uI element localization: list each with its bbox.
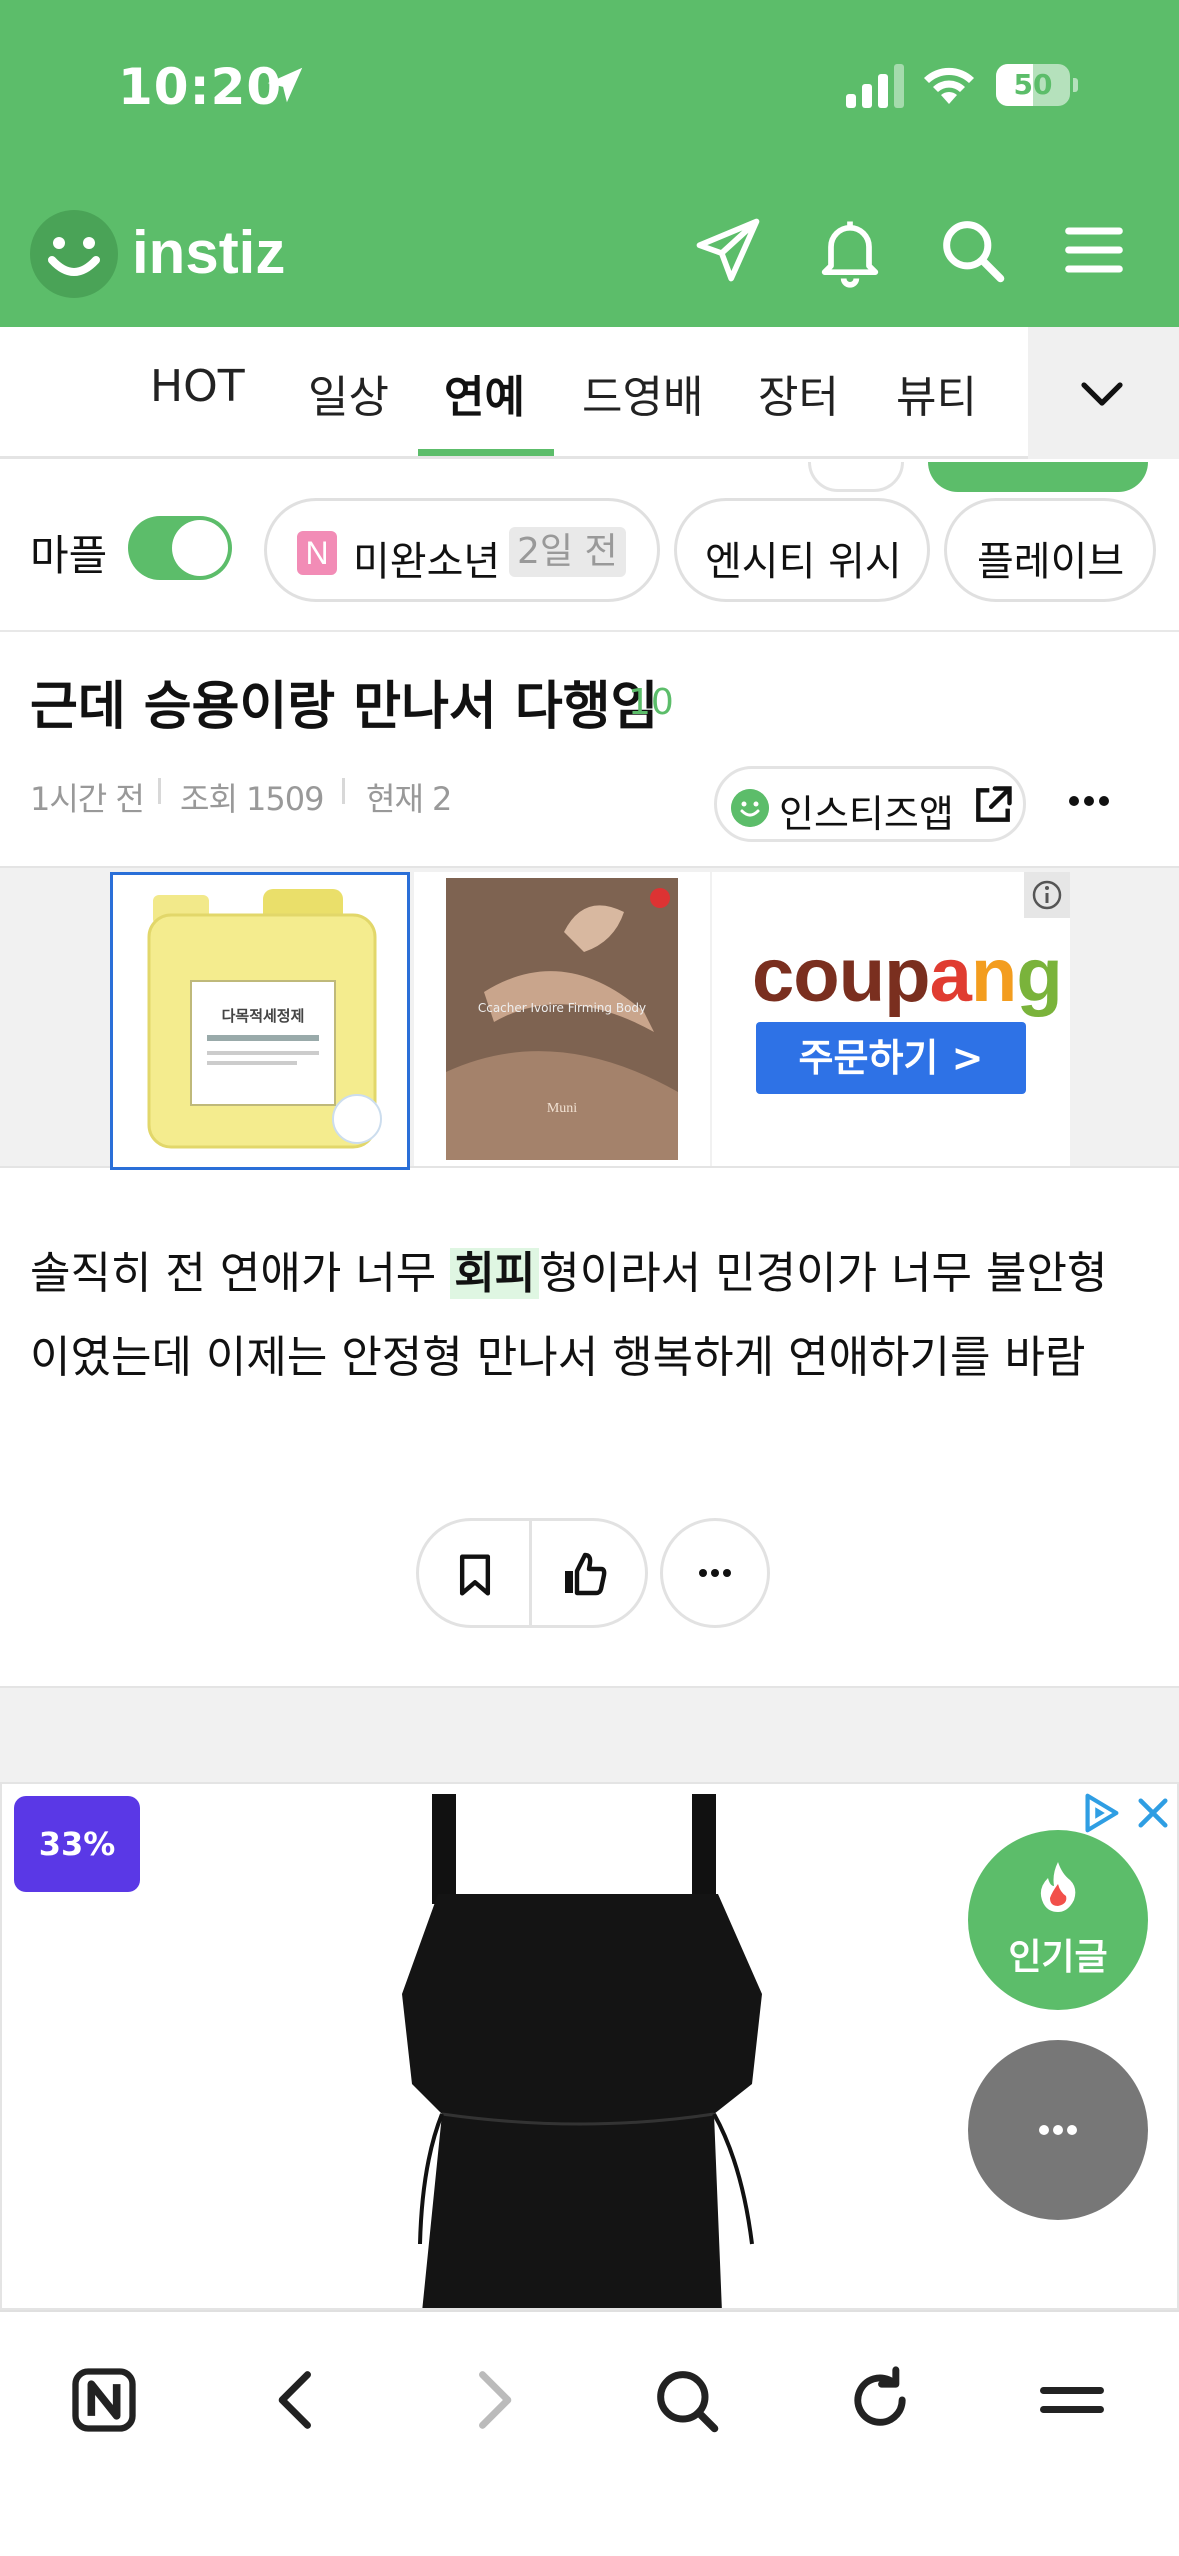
chip-label: 플레이브 xyxy=(977,539,1125,585)
new-badge: N xyxy=(297,531,337,575)
discount-badge: 33% xyxy=(14,1796,140,1892)
app-button-label: 인스티즈앱 xyxy=(779,792,954,836)
tab-daily[interactable]: 일상 xyxy=(308,361,389,425)
battery-level-text: 50 xyxy=(1013,68,1053,101)
chip-label: 미완소년 xyxy=(353,539,501,585)
more-dots-icon xyxy=(1039,2125,1077,2135)
cleaner-jug-image: 다목적세정제 xyxy=(147,889,382,1149)
popular-posts-button[interactable]: 인기글 xyxy=(968,1830,1148,2010)
post-body: 솔직히 전 연애가 너무 회피형이라서 민경이가 너무 불안형 이였는데 이제는… xyxy=(30,1232,1160,1400)
chip-label: 엔시티 위시 xyxy=(705,539,902,585)
chip-plave[interactable]: 플레이브 xyxy=(944,498,1156,602)
body-cream-ad-image: Ccacher Ivoire Firming Body Muni xyxy=(446,878,678,1160)
category-tabs: HOT 일상 연예 드영배 장터 뷰티 xyxy=(0,327,1179,459)
partial-chip-active xyxy=(928,462,1148,492)
tab-entertainment[interactable]: 연예 xyxy=(444,361,525,425)
post-actions xyxy=(416,1518,648,1628)
status-time: 10:20 xyxy=(118,58,283,116)
bookmark-icon[interactable] xyxy=(453,1551,497,1599)
tab-hot[interactable]: HOT xyxy=(150,361,245,412)
post-more-icon[interactable] xyxy=(1064,776,1114,826)
tabs-expand-button[interactable] xyxy=(1028,327,1179,459)
instiz-app-button[interactable]: 인스티즈앱 xyxy=(714,766,1026,842)
more-dots-icon xyxy=(699,1569,731,1577)
instiz-logo-icon[interactable] xyxy=(30,210,118,298)
meta-divider xyxy=(158,778,161,804)
app-header: 10:20 50 instiz xyxy=(0,0,1179,327)
ad-info-icon[interactable] xyxy=(1024,872,1070,918)
chip-nct-wish[interactable]: 엔시티 위시 xyxy=(674,498,930,602)
coupang-logo: coupang xyxy=(752,933,1063,1018)
ad-product-body-cream[interactable]: Ccacher Ivoire Firming Body Muni xyxy=(414,872,710,1166)
browser-toolbar xyxy=(0,2310,1179,2556)
instiz-smile-icon xyxy=(731,789,769,827)
external-link-icon xyxy=(976,786,1012,822)
post-current-viewers: 현재 2 xyxy=(366,780,452,818)
menu-icon[interactable] xyxy=(1056,212,1132,288)
send-icon[interactable] xyxy=(690,212,766,288)
wifi-icon xyxy=(924,67,974,104)
post-body-text: 이였는데 이제는 안정형 만나서 행복하게 연애하기를 바람 xyxy=(30,1332,1086,1383)
menu-icon[interactable] xyxy=(1034,2362,1110,2438)
chip-miwansonyeon[interactable]: N 미완소년 2일 전 xyxy=(264,498,660,602)
partial-chip xyxy=(808,462,904,492)
search-icon[interactable] xyxy=(934,212,1010,288)
section-divider xyxy=(0,1686,1179,1782)
chevron-down-icon xyxy=(1081,382,1123,406)
logo-text[interactable]: instiz xyxy=(132,218,285,287)
back-arrow-icon[interactable] xyxy=(260,2362,336,2438)
mapl-label: 마플 xyxy=(30,531,108,580)
post-more-button[interactable] xyxy=(660,1518,770,1628)
chip-age-badge: 2일 전 xyxy=(509,527,626,577)
search-icon[interactable] xyxy=(648,2362,724,2438)
post-time: 1시간 전 xyxy=(30,780,145,818)
active-tab-indicator xyxy=(418,449,554,456)
product-label: 다목적세정제 xyxy=(222,1007,305,1025)
product-brand-label: Muni xyxy=(547,1101,577,1116)
close-icon[interactable] xyxy=(1132,1790,1174,1836)
battery-indicator: 50 xyxy=(996,64,1078,108)
meta-divider xyxy=(342,778,345,804)
highlighted-keyword[interactable]: 회피 xyxy=(450,1248,540,1299)
refresh-icon[interactable] xyxy=(842,2362,918,2438)
tab-market[interactable]: 장터 xyxy=(758,361,839,425)
fire-icon xyxy=(1040,1862,1076,1912)
order-button[interactable]: 주문하기 > xyxy=(756,1022,1026,1094)
comment-count[interactable]: 10 xyxy=(628,682,674,723)
ad-choices-icon[interactable] xyxy=(1078,1790,1124,1836)
location-arrow-icon xyxy=(267,67,303,103)
post-title: 근데 승용이랑 만나서 다행임 xyxy=(30,677,659,737)
action-divider xyxy=(529,1521,532,1625)
ad-product-cleaner[interactable]: 다목적세정제 xyxy=(110,872,410,1170)
forward-arrow-icon[interactable] xyxy=(454,2362,530,2438)
tab-drama[interactable]: 드영배 xyxy=(582,361,703,425)
coupang-ad-panel[interactable]: coupang 주문하기 > xyxy=(712,872,1070,1166)
post-body-text: 형이라서 민경이가 너무 불안형 xyxy=(539,1248,1108,1299)
floating-more-button[interactable] xyxy=(968,2040,1148,2220)
filter-chip-row: 마플 N 미완소년 2일 전 엔시티 위시 플레이브 xyxy=(0,462,1179,632)
cellular-signal-icon xyxy=(846,64,904,108)
popular-label: 인기글 xyxy=(1008,1937,1108,1978)
naver-home-icon[interactable] xyxy=(66,2362,142,2438)
mapl-toggle[interactable] xyxy=(128,516,232,580)
tab-beauty[interactable]: 뷰티 xyxy=(896,361,977,425)
post-views: 조회 1509 xyxy=(180,780,324,818)
thumbs-up-icon[interactable] xyxy=(559,1549,611,1599)
ad-banner: 다목적세정제 Ccacher Ivoire Firming Body Muni … xyxy=(0,866,1179,1170)
product-label: Ccacher Ivoire Firming Body xyxy=(478,1001,646,1015)
bell-icon[interactable] xyxy=(812,212,888,288)
post-body-text: 솔직히 전 연애가 너무 xyxy=(30,1248,451,1299)
